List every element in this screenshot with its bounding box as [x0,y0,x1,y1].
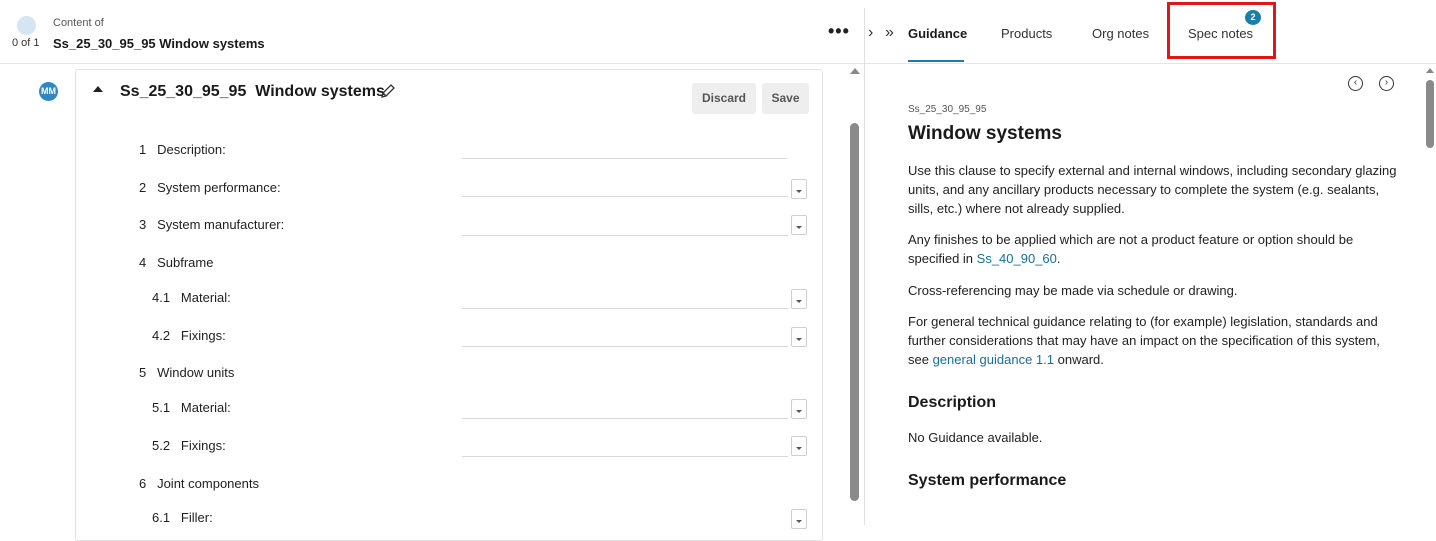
row-label: System manufacturer: [157,217,285,232]
chevron-right-icon[interactable]: › [868,24,873,42]
clause-card: Ss_25_30_95_95 Window systems Discard Sa… [75,69,823,541]
clause-row-4: 4 Subframe [139,255,213,270]
clause-row-2: 2 System performance: [139,180,281,195]
clause-row-5-2: 5.2 Fixings: [152,438,226,453]
progress-indicator-icon [17,16,36,35]
row-number: 3 [139,217,147,232]
system-performance-heading: System performance [908,472,1067,489]
joint-filler-dropdown-icon[interactable] [791,509,807,529]
guidance-clause-code: Ss_25_30_95_95 [908,104,987,115]
row-label: Subframe [157,255,214,270]
window-units-fixings-field[interactable] [462,456,788,457]
right-scrollbar[interactable] [1426,80,1434,148]
clause-title: Ss_25_30_95_95 Window systems [120,83,385,100]
clause-row-6-1: 6.1 Filler: [152,510,213,525]
window-units-material-field[interactable] [462,418,788,419]
description-heading: Description [908,394,997,411]
row-label: Joint components [157,476,259,491]
system-manufacturer-dropdown-icon[interactable] [791,215,807,235]
clause-row-4-2: 4.2 Fixings: [152,328,226,343]
active-tab-indicator [908,60,964,62]
guidance-title: Window systems [908,123,1062,144]
page-title: Ss_25_30_95_95 Window systems [53,36,265,51]
left-header [0,0,864,64]
row-number: 6.1 [152,510,171,525]
collapse-caret-icon[interactable] [93,86,103,92]
guidance-paragraph-4: For general technical guidance relating … [908,312,1400,369]
general-guidance-link[interactable]: general guidance 1.1 [933,352,1054,367]
row-label: Material: [180,400,231,415]
subframe-material-dropdown-icon[interactable] [791,289,807,309]
row-number: 1 [139,142,147,157]
guidance-paragraph-3: Cross-referencing may be made via schedu… [908,283,1238,298]
row-number: 2 [139,180,147,195]
previous-circle-icon[interactable]: ‹ [1348,76,1363,91]
subframe-fixings-dropdown-icon[interactable] [791,327,807,347]
window-units-fixings-dropdown-icon[interactable] [791,436,807,456]
row-number: 5 [139,365,147,380]
tab-guidance[interactable]: Guidance [908,26,967,41]
row-label: Fixings: [180,438,226,453]
left-scrollbar[interactable] [850,123,859,501]
row-label: Description: [157,142,226,157]
system-performance-dropdown-icon[interactable] [791,179,807,199]
row-label: Window units [157,365,235,380]
clause-row-5-1: 5.1 Material: [152,400,231,415]
row-number: 5.2 [152,438,171,453]
more-options-icon[interactable]: ••• [828,22,850,40]
clause-row-6: 6 Joint components [139,476,259,491]
clause-row-5: 5 Window units [139,365,234,380]
tab-org-notes[interactable]: Org notes [1092,26,1149,41]
row-label: Filler: [180,510,213,525]
next-circle-icon[interactable]: › [1379,76,1394,91]
row-number: 6 [139,476,147,491]
discard-button[interactable]: Discard [692,83,756,114]
description-guidance-text: No Guidance available. [908,430,1043,445]
window-units-material-dropdown-icon[interactable] [791,399,807,419]
edit-pencil-icon[interactable] [379,82,397,100]
content-of-label: Content of [53,17,104,29]
guidance-paragraph-1: Use this clause to specify external and … [908,163,1397,216]
scroll-up-icon[interactable] [850,68,860,74]
subframe-material-field[interactable] [462,308,788,309]
paragraph-text: onward. [1054,352,1104,367]
row-number: 4.1 [152,290,171,305]
system-performance-field[interactable] [462,196,788,197]
avatar[interactable]: MM [39,82,58,101]
system-manufacturer-field[interactable] [462,235,788,236]
paragraph-text: . [1056,251,1061,266]
description-field[interactable] [462,158,787,159]
pane-divider [864,8,865,525]
paragraph-text: Any finishes to be applied which are not… [908,232,1354,266]
clause-row-3: 3 System manufacturer: [139,217,284,232]
save-button[interactable]: Save [762,83,809,114]
row-label: Material: [180,290,231,305]
row-number: 5.1 [152,400,171,415]
clause-row-4-1: 4.1 Material: [152,290,231,305]
clause-row-1: 1 Description: [139,142,226,157]
guidance-paragraph-2: Any finishes to be applied which are not… [908,230,1400,268]
row-label: Fixings: [180,328,226,343]
finishes-clause-link[interactable]: Ss_40_90_60 [977,251,1057,266]
row-number: 4.2 [152,328,171,343]
row-number: 4 [139,255,147,270]
double-chevron-right-icon[interactable]: » [885,24,894,42]
progress-count: 0 of 1 [12,37,40,49]
subframe-fixings-field[interactable] [462,346,788,347]
row-label: System performance: [157,180,281,195]
highlight-box [1167,2,1276,59]
tab-products[interactable]: Products [1001,26,1052,41]
scroll-up-icon[interactable] [1426,68,1434,73]
